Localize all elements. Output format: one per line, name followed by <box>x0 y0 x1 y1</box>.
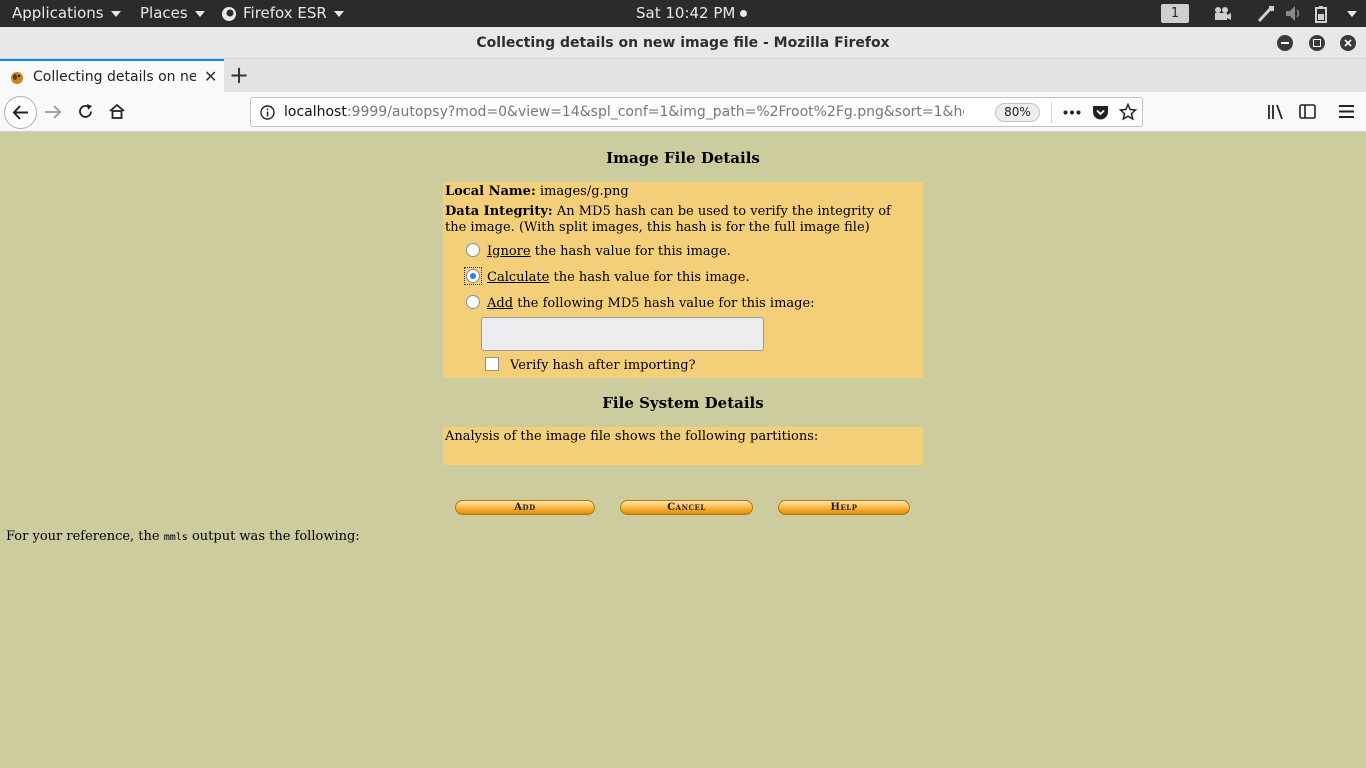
verify-hash-label[interactable]: Verify hash after importing? <box>510 358 696 373</box>
cancel-button[interactable]: Cancel <box>620 500 753 515</box>
mmls-command: mmls <box>163 532 188 543</box>
url-text[interactable]: localhost:9999/autopsy?mod=0&view=14&spl… <box>284 98 964 126</box>
calculate-hash-label[interactable]: Calculate the hash value for this image. <box>487 270 750 285</box>
tab-title: Collecting details on new image file <box>33 68 196 85</box>
arrow-left-icon <box>12 105 28 120</box>
clock-label: Sat 10:42 PM <box>636 4 736 22</box>
firefox-app-label: Firefox ESR <box>243 4 327 22</box>
places-menu[interactable]: Places <box>140 0 205 27</box>
data-integrity-row: Data Integrity: An MD5 hash can be used … <box>445 204 915 236</box>
home-icon[interactable] <box>108 103 126 120</box>
window-titlebar: Collecting details on new image file - M… <box>0 27 1366 59</box>
ignore-keyword: Ignore <box>487 244 531 259</box>
zoom-indicator[interactable]: 80% <box>995 103 1040 122</box>
bookmark-star-icon[interactable] <box>1119 103 1137 121</box>
page-content: Image File Details Local Name: images/g.… <box>0 133 1366 768</box>
image-file-details-heading: Image File Details <box>606 149 760 167</box>
add-rest: the following MD5 hash value for this im… <box>517 296 815 311</box>
notification-dot-icon <box>740 10 748 17</box>
firefox-app-menu[interactable]: Firefox ESR <box>221 0 344 27</box>
calculate-keyword: Calculate <box>487 270 550 285</box>
battery-icon[interactable] <box>1313 5 1331 23</box>
close-tab-icon[interactable]: ✕ <box>204 67 217 86</box>
local-name-label: Local Name: <box>445 184 536 199</box>
url-path: :9999/autopsy?mod=0&view=14&spl_conf=1&i… <box>346 104 964 120</box>
navigation-toolbar: localhost:9999/autopsy?mod=0&view=14&spl… <box>0 92 1366 132</box>
add-button[interactable]: Add <box>455 500 595 515</box>
chevron-down-icon <box>194 10 205 17</box>
minimize-button[interactable] <box>1277 35 1293 51</box>
tab-strip: Collecting details on new image file ✕ + <box>0 59 1366 92</box>
calculate-hash-radio[interactable] <box>466 269 480 283</box>
help-button[interactable]: Help <box>778 500 910 515</box>
maximize-button[interactable] <box>1309 35 1325 51</box>
chevron-down-icon <box>110 10 121 17</box>
ignore-hash-label[interactable]: Ignore the hash value for this image. <box>487 244 731 259</box>
forward-arrow-icon[interactable] <box>44 104 62 120</box>
back-button[interactable] <box>4 96 37 129</box>
calculate-rest: the hash value for this image. <box>553 270 750 285</box>
maximize-icon <box>1313 39 1321 47</box>
ignore-hash-radio[interactable] <box>466 243 480 257</box>
new-tab-button[interactable]: + <box>229 62 249 88</box>
add-hash-label[interactable]: Add the following MD5 hash value for thi… <box>487 296 815 311</box>
md5-hash-input[interactable] <box>481 317 764 351</box>
data-integrity-label: Data Integrity: <box>445 204 553 219</box>
library-icon[interactable] <box>1267 104 1285 120</box>
reference-prefix: For your reference, the <box>6 529 164 544</box>
ignore-rest: the hash value for this image. <box>534 244 731 259</box>
partitions-text: Analysis of the image file shows the fol… <box>445 429 819 444</box>
clock[interactable]: Sat 10:42 PM <box>636 0 748 27</box>
sidebar-icon[interactable] <box>1299 104 1316 119</box>
close-icon <box>1344 39 1352 47</box>
volume-icon[interactable] <box>1285 5 1303 22</box>
hamburger-menu-icon[interactable] <box>1339 105 1354 118</box>
local-name-row: Local Name: images/g.png <box>445 184 629 199</box>
image-details-panel: Local Name: images/g.png Data Integrity:… <box>443 182 923 378</box>
places-label: Places <box>140 4 188 22</box>
pocket-icon[interactable] <box>1092 104 1109 121</box>
more-actions-icon[interactable] <box>1063 110 1081 115</box>
system-menu-chevron-icon[interactable] <box>1347 11 1357 17</box>
network-wired-icon[interactable] <box>1257 5 1275 22</box>
workspace-indicator[interactable]: 1 <box>1161 4 1189 23</box>
chevron-down-icon <box>333 10 344 17</box>
reference-text: For your reference, the mmls output was … <box>6 529 360 544</box>
autopsy-dog-icon <box>11 71 23 84</box>
firefox-icon <box>222 6 236 21</box>
url-bar[interactable]: localhost:9999/autopsy?mod=0&view=14&spl… <box>250 97 1143 127</box>
system-top-bar: Applications Places Firefox ESR Sat 10:4… <box>0 0 1366 27</box>
file-system-details-heading: File System Details <box>602 394 764 412</box>
info-icon[interactable] <box>260 105 275 120</box>
close-window-button[interactable] <box>1340 35 1356 51</box>
add-hash-radio[interactable] <box>466 295 480 309</box>
window-title: Collecting details on new image file - M… <box>476 35 890 51</box>
reload-icon[interactable] <box>77 103 94 120</box>
url-host: localhost <box>284 104 347 120</box>
applications-menu[interactable]: Applications <box>12 0 121 27</box>
local-name-value: images/g.png <box>539 184 629 199</box>
video-camera-icon[interactable] <box>1212 5 1232 22</box>
reference-suffix: output was the following: <box>187 529 360 544</box>
url-separator <box>1051 102 1052 123</box>
minimize-icon <box>1281 42 1289 44</box>
file-system-panel: Analysis of the image file shows the fol… <box>443 427 923 465</box>
tab-collecting-details[interactable]: Collecting details on new image file ✕ <box>0 59 224 92</box>
verify-hash-checkbox[interactable] <box>485 357 499 371</box>
add-keyword: Add <box>487 296 514 311</box>
applications-label: Applications <box>12 4 104 22</box>
